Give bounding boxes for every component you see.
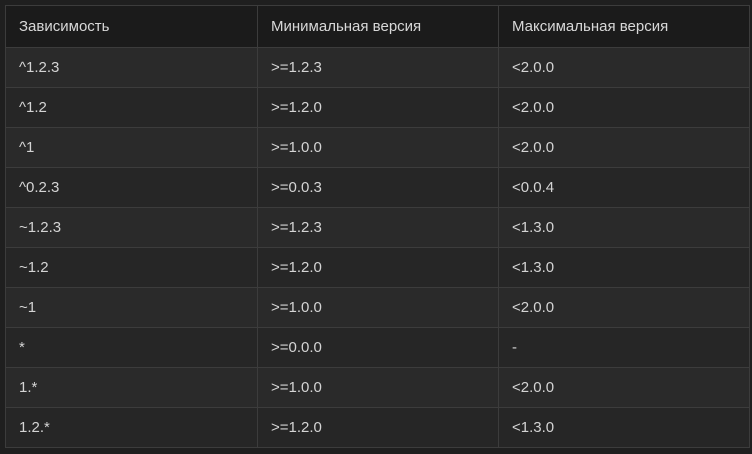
table-row: ~1.2.3 >=1.2.3 <1.3.0 (5, 207, 750, 248)
cell-min-version: >=0.0.3 (257, 167, 499, 208)
header-dependency: Зависимость (5, 5, 258, 48)
cell-dependency: ^1 (5, 127, 258, 168)
cell-min-version: >=0.0.0 (257, 327, 499, 368)
cell-min-version: >=1.2.0 (257, 407, 499, 448)
cell-max-version: <1.3.0 (498, 247, 750, 288)
table-row: ^1.2 >=1.2.0 <2.0.0 (5, 87, 750, 128)
cell-min-version: >=1.2.0 (257, 87, 499, 128)
table-row: 1.2.* >=1.2.0 <1.3.0 (5, 407, 750, 448)
header-max-version: Максимальная версия (498, 5, 750, 48)
cell-max-version: <1.3.0 (498, 407, 750, 448)
cell-max-version: <2.0.0 (498, 287, 750, 328)
table-row: ~1.2 >=1.2.0 <1.3.0 (5, 247, 750, 288)
table-row: ~1 >=1.0.0 <2.0.0 (5, 287, 750, 328)
cell-max-version: <2.0.0 (498, 87, 750, 128)
table-row: 1.* >=1.0.0 <2.0.0 (5, 367, 750, 408)
cell-dependency: * (5, 327, 258, 368)
cell-min-version: >=1.2.0 (257, 247, 499, 288)
table-body: ^1.2.3 >=1.2.3 <2.0.0 ^1.2 >=1.2.0 <2.0.… (5, 47, 750, 448)
cell-max-version: <2.0.0 (498, 127, 750, 168)
table-row: ^1 >=1.0.0 <2.0.0 (5, 127, 750, 168)
cell-dependency: ~1.2.3 (5, 207, 258, 248)
header-min-version: Минимальная версия (257, 5, 499, 48)
table-row: ^1.2.3 >=1.2.3 <2.0.0 (5, 47, 750, 88)
cell-max-version: <2.0.0 (498, 47, 750, 88)
cell-dependency: ~1 (5, 287, 258, 328)
table-header: Зависимость Минимальная версия Максималь… (5, 5, 750, 48)
cell-min-version: >=1.0.0 (257, 367, 499, 408)
cell-max-version: <0.0.4 (498, 167, 750, 208)
cell-dependency: ~1.2 (5, 247, 258, 288)
cell-min-version: >=1.2.3 (257, 207, 499, 248)
cell-min-version: >=1.0.0 (257, 287, 499, 328)
cell-min-version: >=1.2.3 (257, 47, 499, 88)
cell-dependency: ^1.2.3 (5, 47, 258, 88)
table-row: * >=0.0.0 - (5, 327, 750, 368)
cell-dependency: 1.* (5, 367, 258, 408)
header-row: Зависимость Минимальная версия Максималь… (5, 5, 750, 48)
cell-max-version: <1.3.0 (498, 207, 750, 248)
cell-dependency: ^1.2 (5, 87, 258, 128)
cell-dependency: 1.2.* (5, 407, 258, 448)
cell-max-version: <2.0.0 (498, 367, 750, 408)
version-table: Зависимость Минимальная версия Максималь… (5, 5, 750, 448)
cell-dependency: ^0.2.3 (5, 167, 258, 208)
table-row: ^0.2.3 >=0.0.3 <0.0.4 (5, 167, 750, 208)
cell-max-version: - (498, 327, 750, 368)
cell-min-version: >=1.0.0 (257, 127, 499, 168)
version-table-container: Зависимость Минимальная версия Максималь… (0, 0, 752, 454)
